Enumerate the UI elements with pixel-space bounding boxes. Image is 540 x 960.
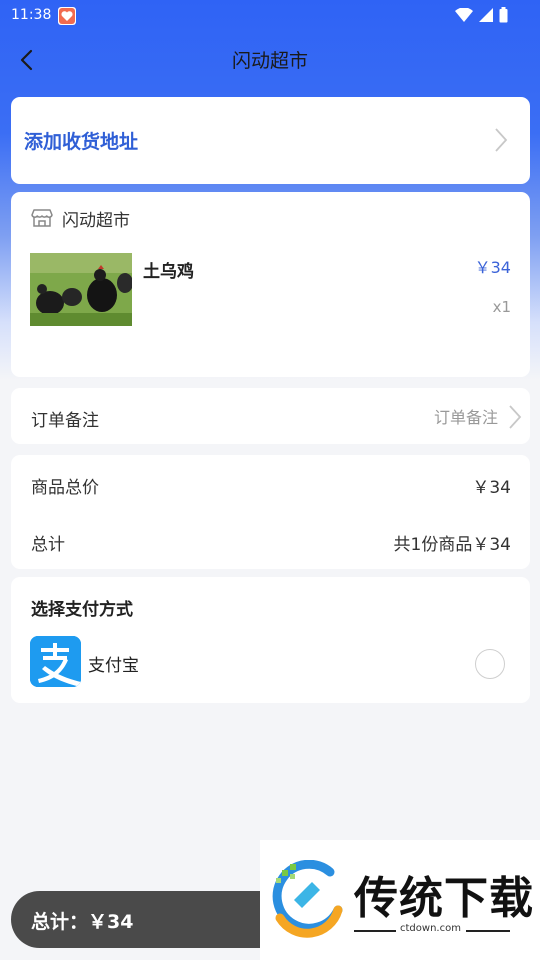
watermark: 传统下载 ctdown.com [260,840,540,960]
battery-icon [499,7,508,27]
add-address-label: 添加收货地址 [24,131,139,153]
chevron-right-icon [495,128,508,152]
store-order-card: 闪动超市 土乌鸡 ￥34 x1 [11,192,530,377]
order-remark-label: 订单备注 [31,411,99,431]
product-image [30,253,132,326]
page-title: 闪动超市 [231,50,308,72]
total-label: 总计 [31,535,65,555]
order-remark-input[interactable]: 订单备注 [434,404,498,428]
alipay-label: 支付宝 [88,656,139,676]
alipay-icon [30,636,81,687]
bottom-total-bar: 总计：￥34 [11,891,291,948]
app-notification-icon [58,7,76,25]
payment-method-card: 选择支付方式 支付宝 [11,577,530,703]
chevron-right-icon [509,405,522,429]
wifi-icon [455,7,473,26]
add-address-card[interactable]: 添加收货地址 [11,97,530,184]
alipay-radio[interactable] [475,649,505,679]
bottom-total-text: 总计：￥34 [31,911,134,933]
status-bar: 11:38 [0,0,540,32]
watermark-logo-icon [272,860,343,938]
watermark-url: ctdown.com [400,923,461,934]
subtotal-value: ￥34 [472,478,511,498]
price-summary-card: 商品总价 ￥34 总计 共1份商品￥34 [11,455,530,569]
watermark-divider [466,930,510,932]
signal-icon [479,8,493,26]
watermark-text: 传统下载 [354,873,534,924]
payment-title: 选择支付方式 [31,600,133,620]
total-value: 共1份商品￥34 [393,535,511,555]
nav-bar: 闪动超市 [0,40,540,80]
product-quantity: x1 [492,298,511,316]
status-time: 11:38 [11,7,52,23]
store-icon [31,209,53,227]
subtotal-label: 商品总价 [31,478,99,498]
product-name: 土乌鸡 [143,262,194,282]
order-remark-row[interactable]: 订单备注 订单备注 [11,388,530,444]
store-name: 闪动超市 [62,211,130,231]
product-price: ￥34 [474,258,511,277]
watermark-divider [354,930,396,932]
